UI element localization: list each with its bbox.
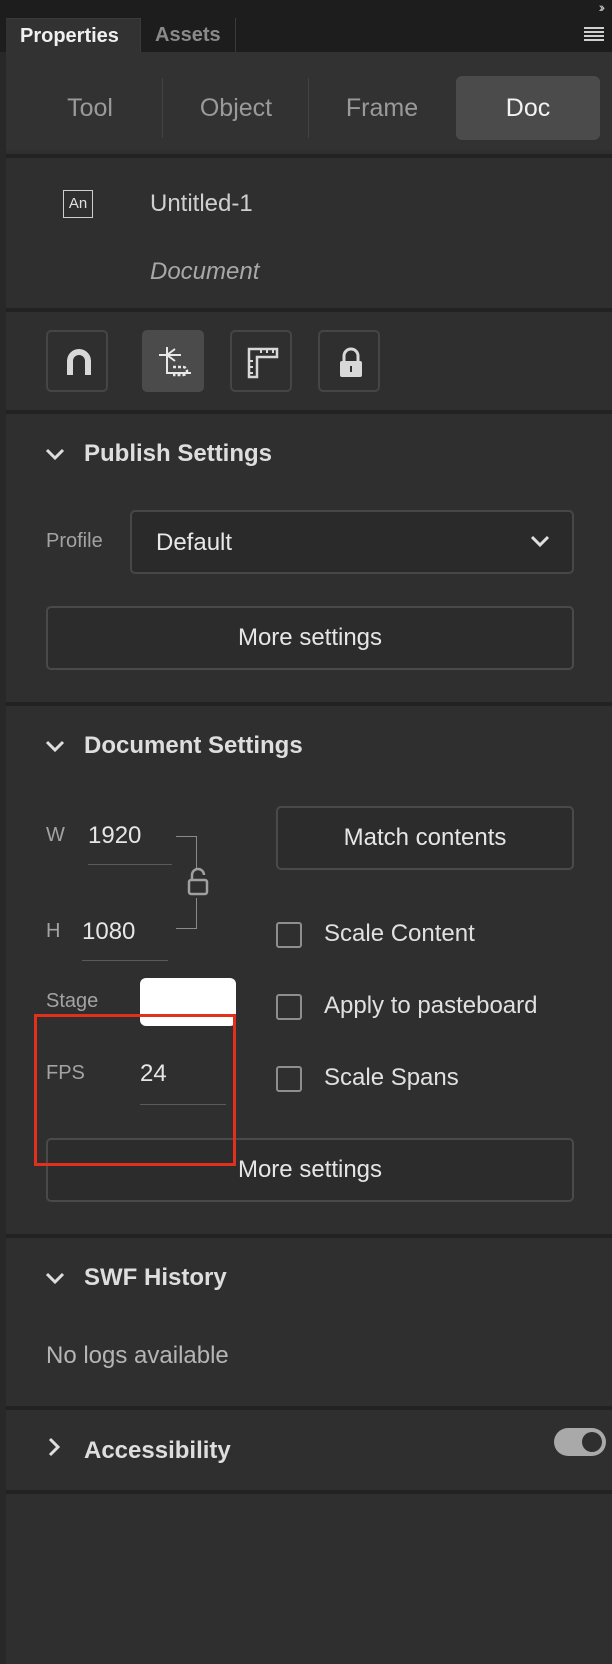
segment-doc[interactable]: Doc — [456, 76, 600, 140]
height-input[interactable]: 1080 — [82, 918, 135, 946]
chevron-down-icon — [44, 732, 74, 760]
profile-value: Default — [156, 529, 233, 556]
accessibility-header[interactable]: Accessibility — [44, 1436, 231, 1465]
section-separator — [6, 308, 612, 312]
match-contents-button[interactable]: Match contents — [276, 806, 574, 870]
section-separator — [6, 1234, 612, 1238]
publish-more-settings-button[interactable]: More settings — [46, 606, 574, 670]
tab-properties[interactable]: Properties — [6, 18, 140, 52]
scale-content-label: Scale Content — [324, 920, 475, 947]
clip-stage-button[interactable] — [142, 330, 204, 392]
height-underline — [82, 960, 168, 961]
crop-icon — [159, 347, 191, 377]
rulers-button[interactable] — [230, 330, 292, 392]
link-bracket — [196, 898, 197, 928]
animate-document-icon: An — [63, 190, 93, 218]
apply-pasteboard-label: Apply to pasteboard — [324, 992, 538, 1019]
lock-button[interactable] — [318, 330, 380, 392]
link-bracket — [176, 836, 196, 837]
section-separator — [6, 702, 612, 706]
segment-divider — [162, 78, 163, 138]
section-title: Accessibility — [84, 1437, 231, 1464]
section-separator — [6, 1406, 612, 1410]
chevron-down-icon — [44, 440, 74, 468]
profile-dropdown[interactable]: Default — [130, 510, 574, 574]
profile-label: Profile — [46, 530, 103, 552]
segment-divider — [308, 78, 309, 138]
fps-highlight-box — [34, 1014, 236, 1166]
magnet-icon — [67, 349, 91, 375]
section-title: SWF History — [84, 1264, 227, 1291]
section-separator — [6, 1490, 612, 1494]
width-underline — [88, 864, 172, 865]
scale-spans-checkbox[interactable] — [276, 1066, 302, 1092]
panel-tab-bar: Properties Assets — [0, 18, 612, 52]
snap-button[interactable] — [46, 330, 108, 392]
tab-assets[interactable]: Assets — [140, 18, 236, 52]
scale-content-checkbox[interactable] — [276, 922, 302, 948]
panel-top-strip — [0, 0, 612, 18]
publish-settings-header[interactable]: Publish Settings — [44, 440, 272, 468]
document-title: Untitled-1 — [150, 190, 253, 217]
chevron-right-icon — [44, 1436, 74, 1465]
width-input[interactable]: 1920 — [88, 822, 141, 850]
segment-object[interactable]: Object — [176, 76, 296, 140]
width-label: W — [46, 824, 65, 846]
chevron-down-icon — [530, 534, 550, 553]
section-separator — [6, 410, 612, 414]
segment-frame[interactable]: Frame — [322, 76, 442, 140]
link-bracket — [176, 928, 197, 929]
swf-history-message: No logs available — [46, 1342, 229, 1369]
height-label: H — [46, 920, 61, 942]
swf-history-header[interactable]: SWF History — [44, 1264, 227, 1292]
document-type-label: Document — [150, 258, 260, 285]
section-title: Document Settings — [84, 732, 303, 759]
document-settings-header[interactable]: Document Settings — [44, 732, 303, 760]
unlock-proportions-icon[interactable] — [186, 866, 210, 896]
toggle-knob — [582, 1432, 602, 1452]
link-bracket — [196, 836, 197, 868]
chevron-down-icon — [44, 1264, 74, 1292]
panel-menu-icon[interactable] — [584, 27, 604, 41]
section-title: Publish Settings — [84, 440, 273, 467]
ruler-icon — [247, 347, 279, 379]
segment-tool[interactable]: Tool — [30, 76, 150, 140]
apply-pasteboard-checkbox[interactable] — [276, 994, 302, 1020]
collapse-panel-icon[interactable]: ›› — [599, 0, 606, 15]
accessibility-toggle[interactable] — [554, 1428, 606, 1456]
lock-icon — [340, 347, 362, 377]
section-separator — [6, 154, 612, 158]
stage-label: Stage — [46, 990, 99, 1012]
scale-spans-label: Scale Spans — [324, 1064, 459, 1091]
